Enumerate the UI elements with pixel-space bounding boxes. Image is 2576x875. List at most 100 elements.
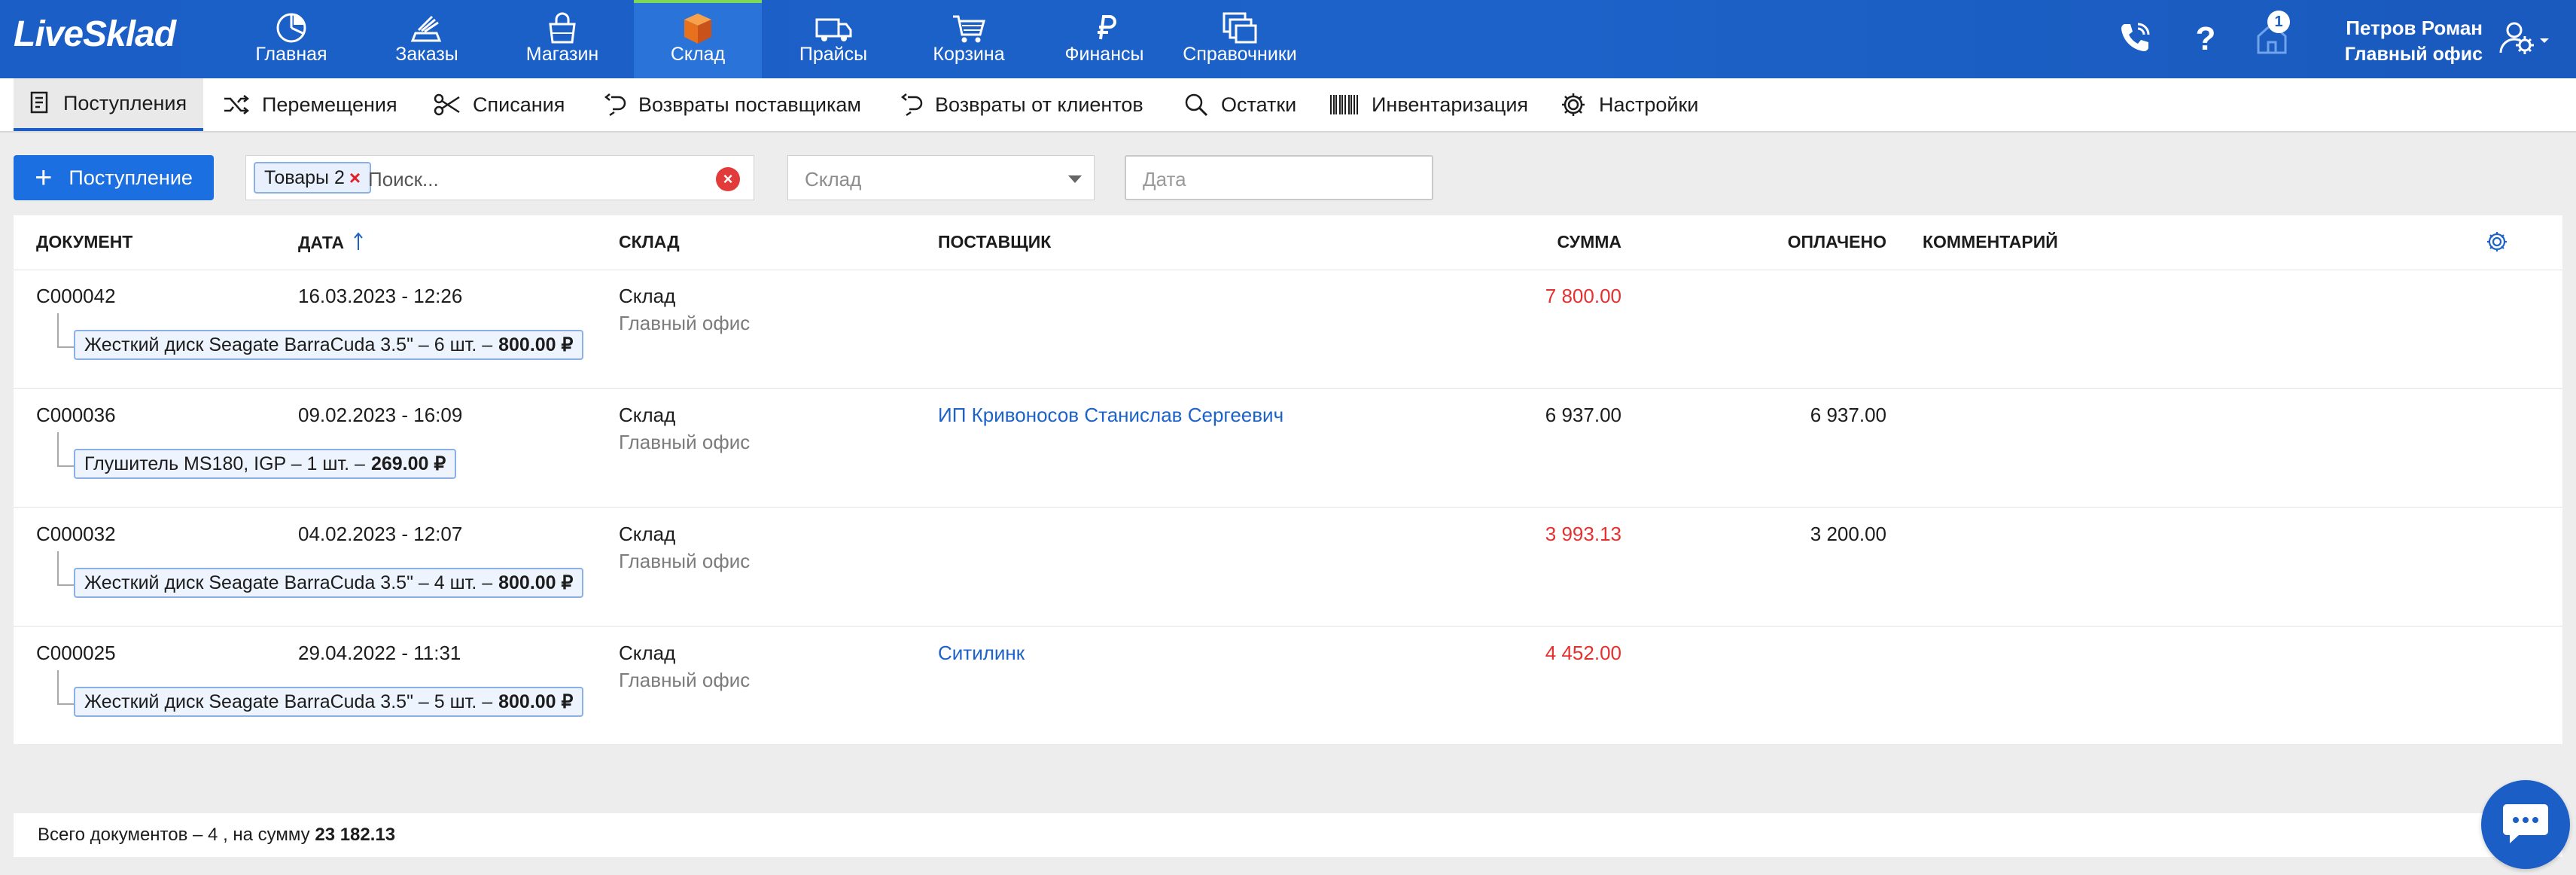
sub-nav: Поступления Перемещения Списания Возврат… (0, 78, 2576, 133)
nav-prices[interactable]: Прайсы (769, 0, 897, 78)
subnav-transfers[interactable]: Перемещения (223, 78, 397, 131)
subnav-client-returns[interactable]: Возвраты от клиентов (900, 78, 1143, 131)
subnav-settings[interactable]: Настройки (1560, 78, 1698, 131)
nav-shop-label: Магазин (525, 44, 599, 65)
warehouse-select[interactable]: Склад (787, 155, 1095, 200)
doc-paid: 6 937.00 (1810, 404, 1886, 426)
subnav-incoming[interactable]: Поступления (14, 78, 204, 131)
col-date[interactable]: ДАТА (298, 232, 364, 253)
phone-icon[interactable] (2114, 17, 2156, 59)
sort-arrow-up-icon (354, 232, 364, 250)
supplier-link[interactable]: ИП Кривоносов Станислав Сергеевич (938, 404, 1283, 427)
nav-warehouse[interactable]: Склад (634, 0, 762, 78)
table-row[interactable]: C000036 09.02.2023 - 16:09 Склад Главный… (14, 389, 2562, 508)
tree-connector (57, 432, 75, 467)
ruble-icon (1098, 15, 1116, 40)
doc-number[interactable]: C000036 (36, 404, 116, 427)
date-input[interactable] (1141, 166, 1415, 193)
clear-search-icon[interactable]: × (716, 167, 740, 191)
nav-warehouse-label: Склад (670, 44, 726, 65)
item-tag-price: 269.00 ₽ (370, 453, 446, 474)
col-comment[interactable]: КОММЕНТАРИЙ (1923, 232, 2058, 252)
item-tag[interactable]: Жесткий диск Seagate BarraCuda 3.5" – 6 … (74, 330, 584, 360)
nav-cart[interactable]: Корзина (905, 0, 1033, 78)
help-icon[interactable]: ? (2185, 17, 2227, 59)
doc-date: 29.04.2022 - 11:31 (298, 642, 461, 664)
item-tag-price: 800.00 ₽ (498, 572, 574, 593)
item-tag[interactable]: Жесткий диск Seagate BarraCuda 3.5" – 4 … (74, 568, 584, 598)
doc-paid: 3 200.00 (1810, 523, 1886, 545)
nav-orders-label: Заказы (395, 44, 458, 65)
caret-down-icon (1068, 175, 1082, 183)
table-row[interactable]: C000042 16.03.2023 - 12:26 Склад Главный… (14, 270, 2562, 389)
table-settings-gear-icon[interactable] (2486, 230, 2508, 253)
user-gear-icon[interactable] (2495, 17, 2537, 59)
date-field[interactable] (1125, 155, 1433, 200)
warehouse-office: Главный офис (619, 669, 751, 691)
search-input[interactable] (367, 163, 716, 195)
orders-icon (410, 15, 442, 42)
table-row[interactable]: C000025 29.04.2022 - 11:31 Склад Главный… (14, 627, 2562, 745)
warehouse-name: Склад (619, 523, 676, 545)
warehouse-office: Главный офис (619, 550, 751, 572)
subnav-supplier-returns[interactable]: Возвраты поставщикам (604, 78, 861, 131)
chat-bubble-icon (2503, 804, 2548, 843)
documents-table: ДОКУМЕНТ ДАТА СКЛАД ПОСТАВЩИК СУММА ОПЛА… (14, 215, 2562, 744)
scissors-icon (434, 93, 460, 116)
nav-references[interactable]: Справочники (1176, 0, 1304, 78)
search-field: Товары 2 × × (245, 155, 754, 200)
tree-connector (57, 670, 75, 705)
nav-finance[interactable]: Финансы (1040, 0, 1168, 78)
doc-sum: 4 452.00 (1545, 642, 1621, 664)
table-header: ДОКУМЕНТ ДАТА СКЛАД ПОСТАВЩИК СУММА ОПЛА… (14, 215, 2562, 270)
warehouse-name: Склад (619, 404, 676, 426)
footer-summary-total: 23 182.13 (315, 825, 396, 845)
chevron-down-icon[interactable] (2538, 36, 2550, 45)
tree-connector (57, 313, 75, 348)
item-tag-price: 800.00 ₽ (498, 334, 574, 355)
nav-finance-label: Финансы (1064, 44, 1144, 65)
doc-sum: 6 937.00 (1545, 404, 1621, 426)
nav-home[interactable]: Главная (227, 0, 355, 78)
subnav-stock[interactable]: Остатки (1183, 78, 1296, 131)
user-office[interactable]: Главный офис (2345, 44, 2483, 66)
item-tag[interactable]: Глушитель MS180, IGP – 1 шт. – 269.00 ₽ (74, 449, 457, 479)
subnav-inventory[interactable]: Инвентаризация (1329, 78, 1528, 131)
plus-icon: + (35, 161, 53, 194)
nav-shop[interactable]: Магазин (498, 0, 626, 78)
add-incoming-label: Поступление (69, 166, 193, 189)
doc-number[interactable]: C000025 (36, 642, 116, 665)
item-tag-text: Жесткий диск Seagate BarraCuda 3.5" – 6 … (84, 334, 493, 355)
nav-orders[interactable]: Заказы (363, 0, 491, 78)
doc-sum: 3 993.13 (1545, 523, 1621, 545)
doc-number[interactable]: C000042 (36, 285, 116, 308)
supplier-link[interactable]: Ситилинк (938, 642, 1025, 665)
filter-chip[interactable]: Товары 2 × (254, 162, 372, 194)
shopping-bag-icon (549, 12, 576, 44)
shuffle-icon (224, 95, 250, 114)
col-warehouse[interactable]: СКЛАД (619, 232, 680, 252)
col-paid[interactable]: ОПЛАЧЕНО (1788, 232, 1886, 252)
subnav-client-returns-label: Возвраты от клиентов (935, 93, 1143, 116)
warehouse-select-placeholder: Склад (805, 168, 862, 191)
table-row[interactable]: C000032 04.02.2023 - 12:07 Склад Главный… (14, 508, 2562, 627)
chat-button[interactable] (2481, 780, 2570, 869)
app-logo[interactable]: LiveSklad (14, 14, 176, 55)
stacked-windows-icon (1223, 12, 1257, 44)
subnav-writeoffs[interactable]: Списания (434, 78, 565, 131)
barcode-icon (1330, 95, 1358, 114)
subnav-inventory-label: Инвентаризация (1372, 93, 1529, 116)
doc-number[interactable]: C000032 (36, 523, 116, 546)
add-incoming-button[interactable]: + Поступление (14, 155, 214, 200)
item-tag[interactable]: Жесткий диск Seagate BarraCuda 3.5" – 5 … (74, 687, 584, 717)
close-icon[interactable]: × (349, 166, 361, 190)
col-sum[interactable]: СУММА (1557, 232, 1621, 252)
nav-cart-label: Корзина (933, 44, 1005, 65)
doc-date: 04.02.2023 - 12:07 (298, 523, 463, 545)
col-document[interactable]: ДОКУМЕНТ (36, 232, 132, 252)
item-tag-price: 800.00 ₽ (498, 691, 574, 712)
user-name[interactable]: Петров Роман (2346, 17, 2483, 40)
return-arrow-icon (604, 93, 626, 117)
col-supplier[interactable]: ПОСТАВЩИК (938, 232, 1051, 252)
tree-connector (57, 551, 75, 586)
